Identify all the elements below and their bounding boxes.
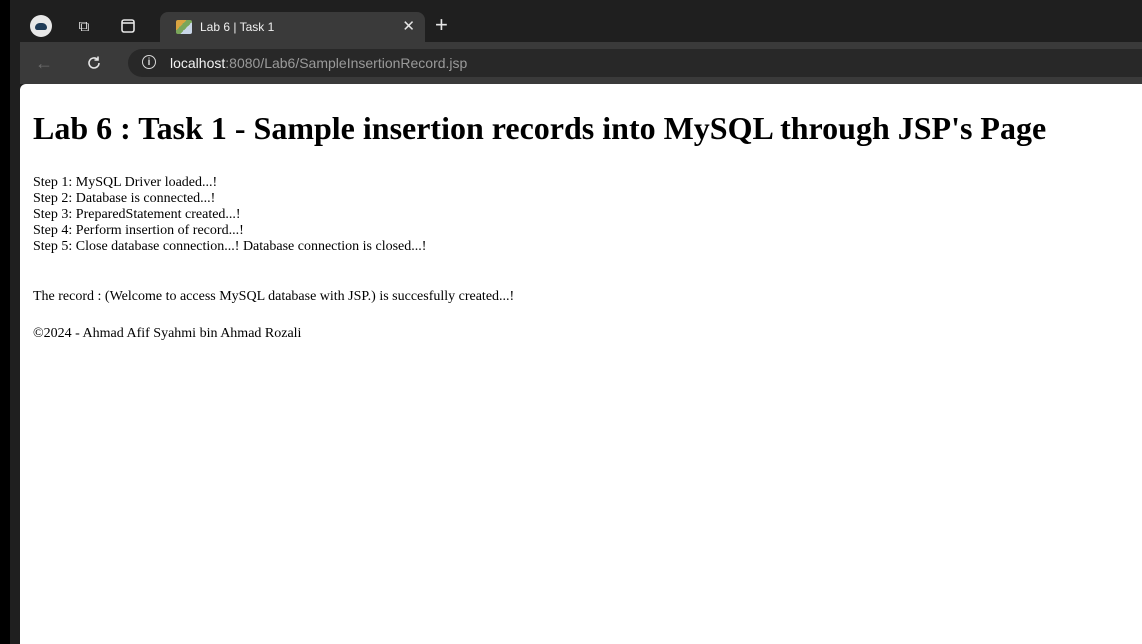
- browser-window: ⧉ Lab 6 | Task 1 ✕ + ← i localhost:8080/…: [0, 0, 1142, 644]
- close-tab-icon[interactable]: ✕: [402, 17, 415, 35]
- record-message: The record : (Welcome to access MySQL da…: [33, 289, 515, 304]
- tab-active[interactable]: Lab 6 | Task 1 ✕: [160, 12, 425, 42]
- site-info-icon[interactable]: i: [142, 55, 156, 69]
- step-item: Step 4: Perform insertion of record...!: [33, 223, 244, 238]
- footer-copyright: ©2024 - Ahmad Afif Syahmi bin Ahmad Roza…: [33, 326, 302, 341]
- back-arrow-icon[interactable]: ←: [32, 51, 56, 75]
- new-tab-button[interactable]: +: [435, 12, 448, 38]
- url-text[interactable]: localhost:8080/Lab6/SampleInsertionRecor…: [170, 55, 467, 71]
- url-host: localhost: [170, 55, 226, 71]
- profile-icon: [35, 22, 47, 30]
- tab-title: Lab 6 | Task 1: [200, 20, 275, 34]
- profile-avatar[interactable]: [30, 15, 52, 37]
- workspaces-icon[interactable]: ⧉: [72, 14, 96, 38]
- step-item: Step 3: PreparedStatement created...!: [33, 207, 241, 222]
- tab-actions-icon[interactable]: [116, 14, 140, 38]
- steps-list: Step 1: MySQL Driver loaded...! Step 2: …: [33, 175, 426, 255]
- step-item: Step 1: MySQL Driver loaded...!: [33, 175, 218, 190]
- tab-favicon-icon: [176, 20, 192, 34]
- navigation-bar: ← i localhost:8080/Lab6/SampleInsertionR…: [20, 42, 1142, 84]
- page-content: Lab 6 : Task 1 - Sample insertion record…: [20, 84, 1142, 644]
- step-item: Step 5: Close database connection...! Da…: [33, 239, 427, 254]
- page-title: Lab 6 : Task 1 - Sample insertion record…: [33, 110, 1047, 146]
- reload-icon[interactable]: [82, 51, 106, 75]
- url-path: :8080/Lab6/SampleInsertionRecord.jsp: [225, 55, 468, 71]
- tab-bar: ⧉ Lab 6 | Task 1 ✕ +: [20, 10, 1142, 42]
- step-item: Step 2: Database is connected...!: [33, 191, 216, 206]
- address-bar[interactable]: i localhost:8080/Lab6/SampleInsertionRec…: [128, 49, 1142, 77]
